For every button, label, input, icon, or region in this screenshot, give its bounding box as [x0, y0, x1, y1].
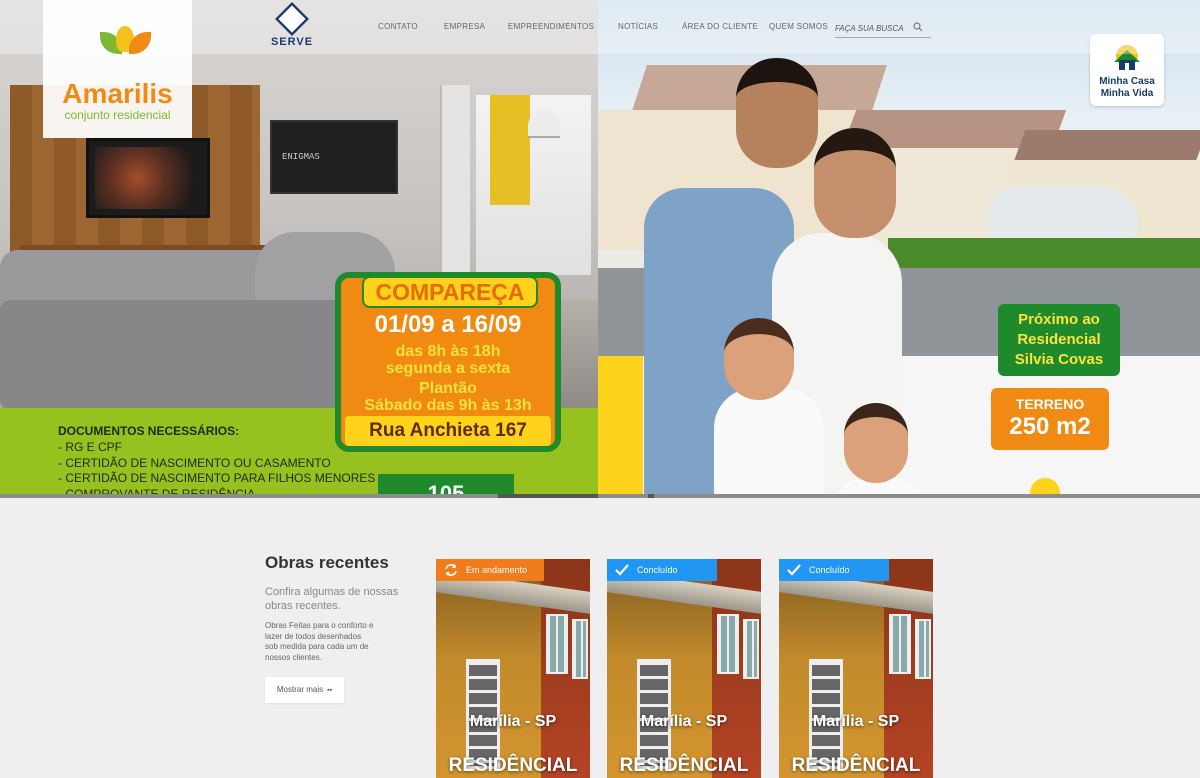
card-title: RESIDÊNCIAL	[448, 755, 578, 776]
documents-item: - CERTIDÃO DE NASCIMENTO PARA FILHOS MEN…	[58, 471, 376, 485]
work-card[interactable]: Em andamento Marília - SP RESIDÊNCIAL	[436, 559, 590, 778]
status-label: Concluído	[809, 565, 850, 575]
documents-title: DOCUMENTOS NECESSÁRIOS:	[58, 424, 240, 438]
door	[440, 85, 470, 290]
card-city: Marília - SP	[469, 713, 557, 730]
serve-logo-icon	[275, 2, 309, 36]
check-icon	[615, 564, 629, 576]
car	[986, 186, 1138, 238]
promo-days: segunda a sexta	[385, 360, 511, 377]
promo-headline: COMPAREÇA	[362, 276, 538, 308]
project-name: Amarilis	[62, 78, 173, 109]
nav-noticias[interactable]: NOTÍCIAS	[618, 22, 658, 31]
near-line: Próximo ao	[1018, 311, 1100, 328]
card-city: Marília - SP	[812, 713, 900, 730]
status-label: Concluído	[637, 565, 678, 575]
terrain-box: TERRENO 250 m2	[991, 388, 1109, 450]
boy-head	[844, 403, 908, 483]
serve-logo[interactable]: SERVE	[262, 2, 322, 48]
near-location-box: Próximo ao Residencial Silvia Covas	[998, 304, 1120, 376]
work-card[interactable]: Concluído Marília - SP RESIDÊNCIAL	[779, 559, 933, 778]
nav-empresa[interactable]: EMPRESA	[444, 22, 485, 31]
sofa-seat	[0, 300, 360, 410]
nav-contato[interactable]: CONTATO	[378, 22, 418, 31]
section-description: Obras Feitas para o conforto e lazer de …	[265, 621, 374, 662]
promo-dates: 01/09 a 16/09	[374, 311, 522, 338]
card-city: Marília - SP	[640, 713, 728, 730]
documents-list: - RG E CPF - CERTIDÃO DE NASCIMENTO OU C…	[58, 440, 375, 498]
show-more-label: Mostrar mais	[276, 685, 324, 694]
grid-icon: ▪▪	[327, 687, 333, 694]
serve-logo-text: SERVE	[270, 36, 314, 48]
promo-hours: das 8h às 18h	[395, 343, 501, 360]
nav-empreendimentos[interactable]: EMPREENDIMENTOS	[508, 22, 594, 31]
board-text: ENIGMAS	[282, 152, 320, 162]
family-photo	[644, 58, 954, 498]
program-line: Minha Casa	[1099, 76, 1155, 87]
girl-head	[724, 318, 794, 400]
card-title: RESIDÊNCIAL	[619, 755, 749, 776]
search-icon[interactable]	[913, 22, 923, 32]
status-label: Em andamento	[466, 565, 528, 575]
documents-item: - RG E CPF	[58, 440, 123, 454]
section-lead: Confira algumas de nossas obras recentes…	[265, 586, 399, 612]
slider-progress[interactable]	[0, 494, 1200, 498]
near-line: Silvia Covas	[1014, 351, 1104, 368]
status-badge: Concluído	[607, 559, 717, 581]
promo-saturday: Sábado das 9h às 13h	[364, 397, 532, 414]
refresh-icon	[445, 564, 457, 576]
pendant-lamp	[528, 110, 560, 138]
near-line: Residencial	[1017, 331, 1101, 348]
tv-image	[86, 138, 210, 218]
section-title: Obras recentes	[265, 553, 389, 572]
documents-item: - CERTIDÃO DE NASCIMENTO OU CASAMENTO	[58, 455, 331, 470]
terrain-label: TERRENO	[1015, 396, 1085, 412]
promo-plantao: Plantão	[419, 380, 477, 397]
program-line: Minha Vida	[1100, 88, 1154, 99]
slider-segment[interactable]	[498, 494, 598, 498]
search-box	[835, 18, 931, 38]
check-icon	[787, 564, 801, 576]
card-title: RESIDÊNCIAL	[791, 755, 921, 776]
work-card[interactable]: Concluído Marília - SP RESIDÊNCIAL	[607, 559, 761, 778]
wall-board: ENIGMAS	[270, 120, 398, 194]
search-input[interactable]	[835, 20, 911, 36]
terrain-value: 250 m2	[1009, 413, 1091, 440]
nav-area-cliente[interactable]: ÁREA DO CLIENTE	[682, 22, 758, 31]
nav-quem-somos[interactable]: QUEM SOMOS	[769, 22, 828, 31]
mother-head	[814, 128, 896, 238]
project-subtitle: conjunto residencial	[64, 108, 171, 122]
yellow-cabinet	[490, 95, 530, 205]
promo-address: Rua Anchieta 167	[345, 416, 551, 446]
amarilis-logo[interactable]: Amarilis conjunto residencial	[43, 0, 192, 138]
status-badge: Em andamento	[436, 559, 544, 581]
show-more-button[interactable]: Mostrar mais ▪▪	[265, 677, 344, 703]
girl-figure	[714, 388, 824, 498]
status-badge: Concluído	[779, 559, 889, 581]
slider-segment[interactable]	[648, 494, 654, 498]
father-head	[736, 58, 818, 168]
